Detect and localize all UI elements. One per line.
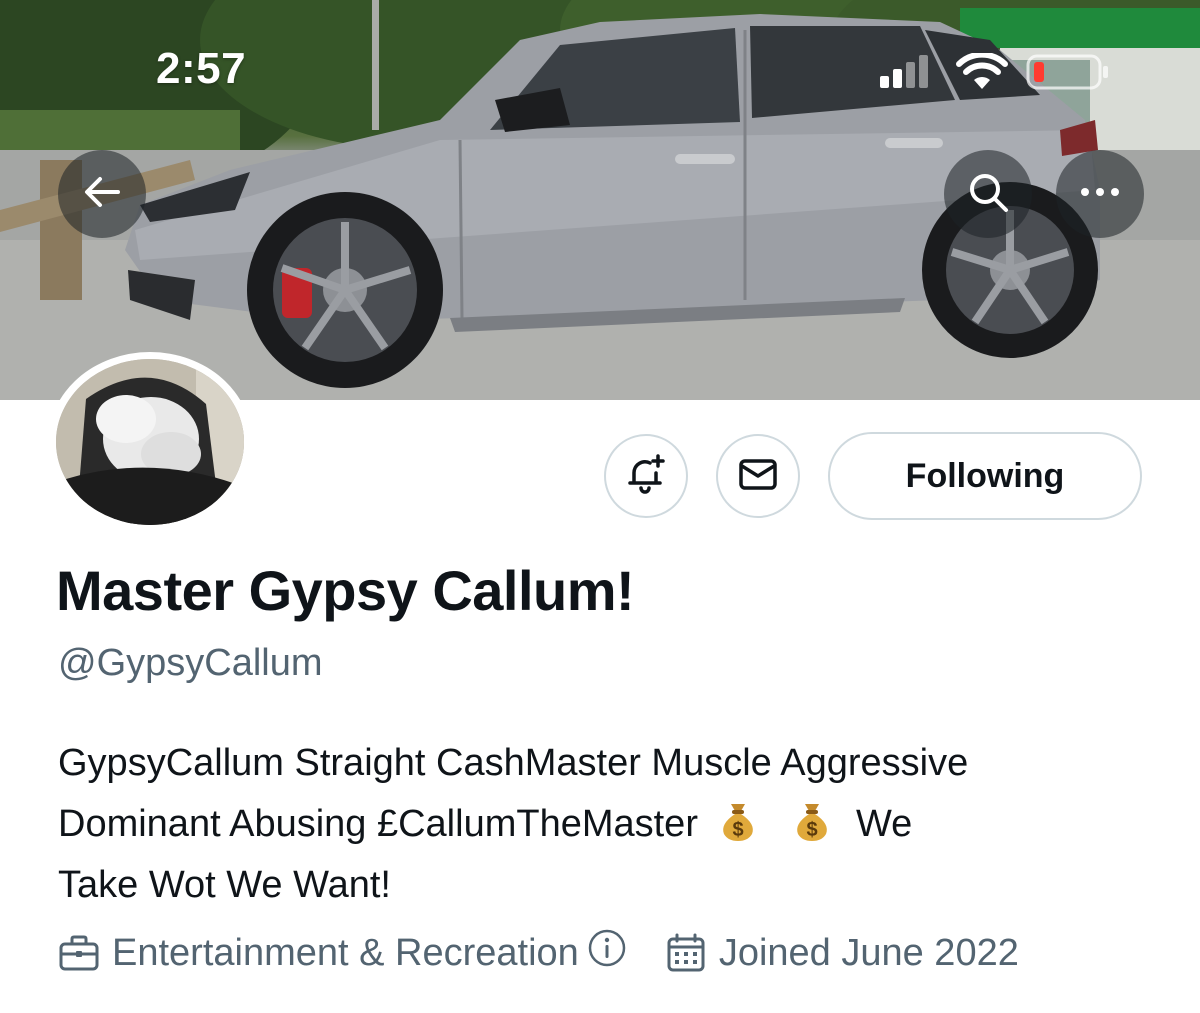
svg-text:$: $	[732, 819, 743, 841]
status-bar-icons	[878, 51, 1110, 97]
notify-button[interactable]	[604, 434, 688, 518]
status-bar-time: 2:57	[156, 44, 247, 93]
avatar-image	[56, 359, 244, 525]
bio-line: Take Wot We Want!	[58, 864, 391, 906]
more-options-button[interactable]	[1056, 150, 1144, 238]
search-button[interactable]	[944, 150, 1032, 238]
following-button[interactable]: Following	[828, 432, 1142, 520]
profile-handle: @GypsyCallum	[58, 642, 323, 684]
money-bag-icon: $	[716, 798, 760, 842]
profile-display-name: Master Gypsy Callum!	[56, 559, 635, 622]
bio-line: Dominant Abusing £CallumTheMaster $ $ We	[58, 794, 1168, 855]
bio-line: GypsyCallum Straight CashMaster Muscle A…	[58, 742, 969, 784]
back-button[interactable]	[58, 150, 146, 238]
cellular-signal-icon	[878, 54, 938, 95]
wifi-icon	[956, 51, 1008, 96]
money-bag-icon: $	[790, 798, 834, 842]
search-icon	[966, 170, 1010, 219]
battery-low-icon	[1026, 52, 1110, 97]
bio-text: Dominant Abusing £CallumTheMaster	[58, 803, 698, 845]
profile-page: 2:57 Following Master Gypsy Callum! @Gyp…	[0, 0, 1200, 1013]
calendar-icon	[665, 933, 707, 973]
profile-avatar[interactable]	[48, 352, 252, 532]
profile-bio: GypsyCallum Straight CashMaster Muscle A…	[58, 733, 1168, 916]
envelope-icon	[736, 452, 780, 501]
back-arrow-icon	[80, 170, 124, 219]
profile-category[interactable]: Entertainment & Recreation	[112, 932, 579, 975]
bell-plus-icon	[624, 452, 668, 501]
info-icon[interactable]	[587, 928, 627, 978]
briefcase-icon	[58, 933, 100, 973]
more-options-icon	[1078, 185, 1122, 203]
profile-meta-row: Entertainment & Recreation Joined June 2…	[58, 928, 1019, 978]
profile-join-date: Joined June 2022	[718, 931, 1019, 974]
svg-text:$: $	[806, 819, 817, 841]
bio-text: We	[855, 803, 913, 845]
message-button[interactable]	[716, 434, 800, 518]
